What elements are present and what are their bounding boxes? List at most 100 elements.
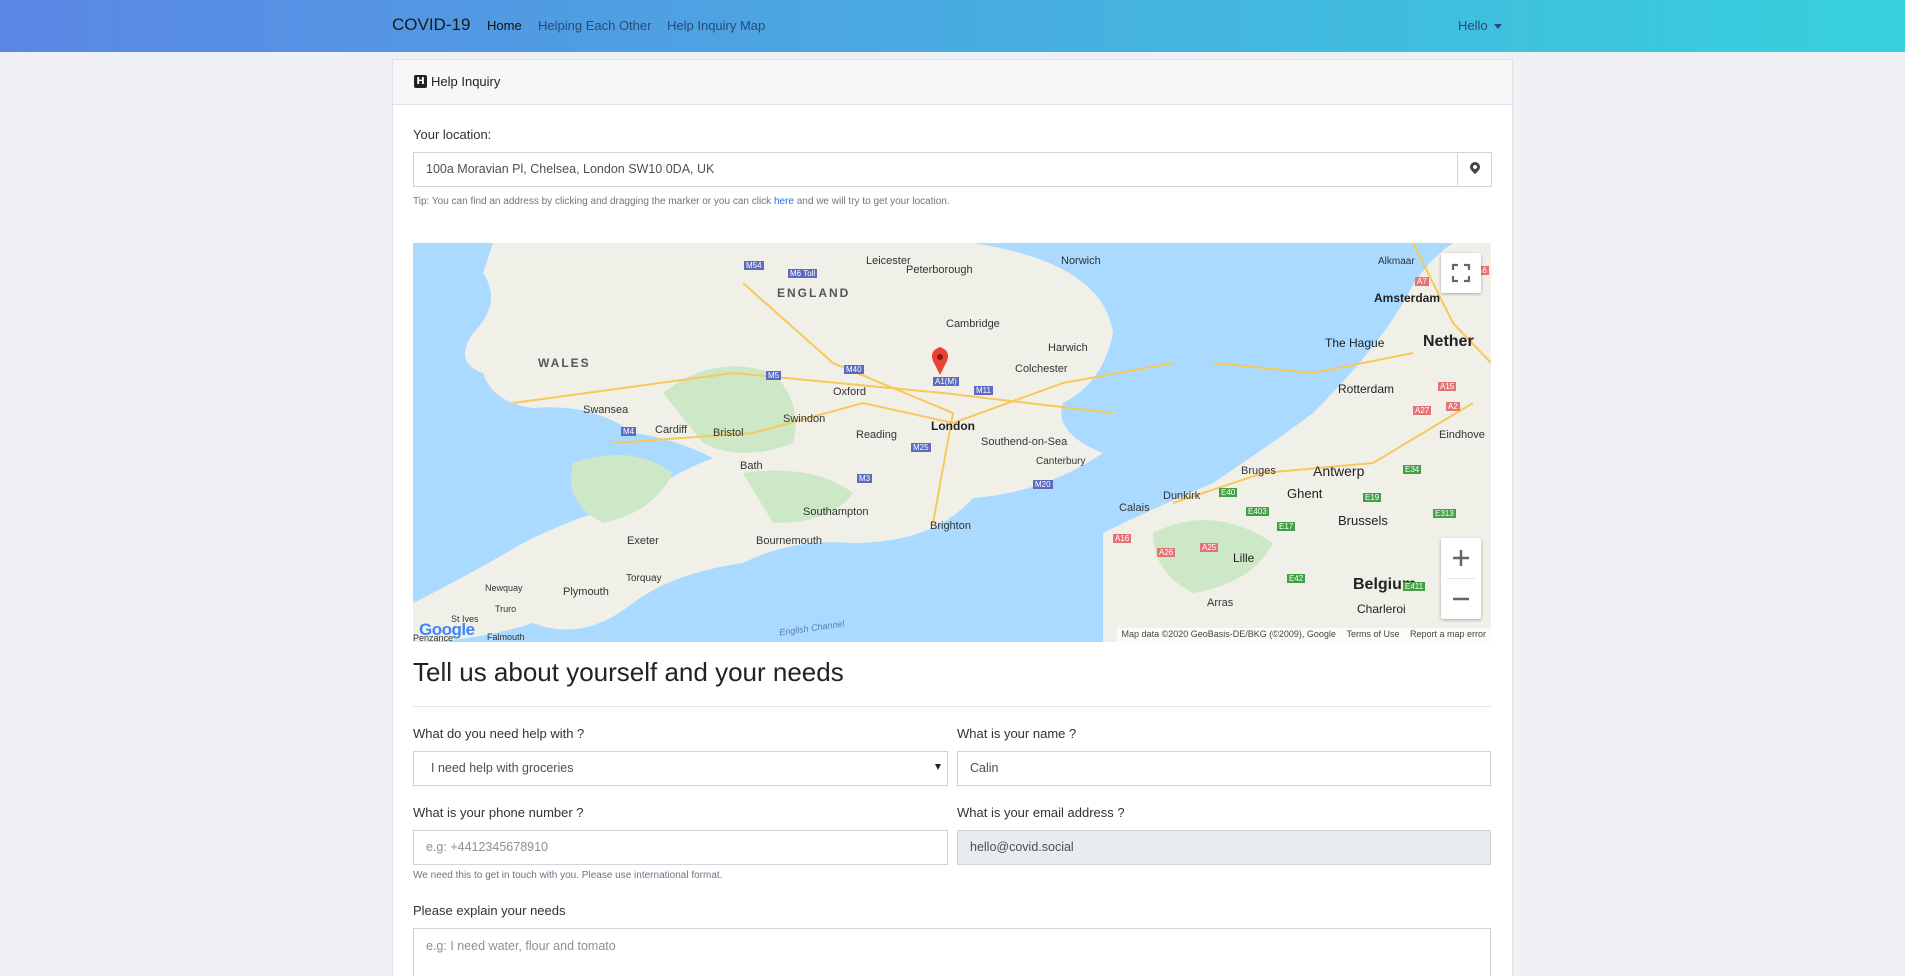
map-label-netherlands: Nether xyxy=(1423,333,1474,350)
phone-hint: We need this to get in touch with you. P… xyxy=(413,870,723,881)
map-label-brussels: Brussels xyxy=(1338,513,1388,528)
phone-input[interactable]: e.g: +4412345678910 xyxy=(413,830,948,865)
divider xyxy=(413,706,1491,707)
map-road-e40: E40 xyxy=(1219,488,1238,497)
map-road-a16: A16 xyxy=(1113,534,1132,543)
map-label-colchester: Colchester xyxy=(1015,363,1068,375)
map-label-bruges: Bruges xyxy=(1241,465,1276,477)
map-label-exeter: Exeter xyxy=(627,535,659,547)
map-road-a7: A7 xyxy=(1415,277,1429,286)
map-label-peterborough: Peterborough xyxy=(906,264,973,276)
map-label-alkmaar: Alkmaar xyxy=(1378,256,1415,267)
map-label-dunkirk: Dunkirk xyxy=(1163,490,1201,502)
map-label-rotterdam: Rotterdam xyxy=(1338,382,1395,396)
map-label-oxford: Oxford xyxy=(833,386,867,398)
map-label-swindon: Swindon xyxy=(783,413,826,425)
map-label-bath: Bath xyxy=(740,460,763,472)
map-label-newquay: Newquay xyxy=(485,583,523,593)
navbar: COVID-19 Home Helping Each Other Help In… xyxy=(0,0,1905,52)
help-type-select[interactable]: I need help with groceries xyxy=(413,751,948,786)
map-road-m3: M3 xyxy=(857,474,873,483)
map-label-brighton: Brighton xyxy=(930,520,971,532)
map-road-a1m: A1(M) xyxy=(933,377,959,386)
map-label-eindhoven: Eindhove xyxy=(1439,429,1485,441)
location-tip: Tip: You can find an address by clicking… xyxy=(413,196,950,207)
map-label-arras: Arras xyxy=(1207,597,1234,609)
nav-link-helping-each-other[interactable]: Helping Each Other xyxy=(538,18,651,33)
zoom-controls xyxy=(1441,538,1481,619)
map-label-amsterdam: Amsterdam xyxy=(1374,291,1441,305)
map-road-m25: M25 xyxy=(911,443,931,452)
map-label-london: London xyxy=(931,419,975,433)
map-label-canterbury: Canterbury xyxy=(1036,456,1086,467)
map-road-m4: M4 xyxy=(621,427,637,436)
help-type-label: What do you need help with ? xyxy=(413,726,585,741)
zoom-out-button[interactable] xyxy=(1441,579,1481,619)
map-label-plymouth: Plymouth xyxy=(563,586,609,598)
map-road-m6-toll: M6 Toll xyxy=(788,269,818,278)
card-header: H Help Inquiry xyxy=(393,60,1512,105)
map-road-m54: M54 xyxy=(744,261,764,270)
map-road-e42: E42 xyxy=(1287,574,1306,583)
map-label-charleroi: Charleroi xyxy=(1357,602,1406,616)
phone-label: What is your phone number ? xyxy=(413,805,584,820)
zoom-in-button[interactable] xyxy=(1441,538,1481,578)
form-title: Tell us about yourself and your needs xyxy=(413,657,844,687)
map-label-lille: Lille xyxy=(1233,551,1255,565)
map-road-e19: E19 xyxy=(1363,493,1382,502)
map-label-cardiff: Cardiff xyxy=(655,424,688,436)
report-map-error-link[interactable]: Report a map error xyxy=(1410,629,1486,639)
plus-icon xyxy=(1453,550,1469,566)
fullscreen-icon xyxy=(1451,263,1471,283)
locate-me-button[interactable] xyxy=(1457,152,1492,187)
terms-of-use-link[interactable]: Terms of Use xyxy=(1346,629,1399,639)
name-input[interactable]: Calin xyxy=(957,751,1491,786)
map-road-e411: E411 xyxy=(1403,582,1426,591)
map[interactable]: Leicester Peterborough Norwich ENGLAND C… xyxy=(413,243,1491,642)
map-road-e403: E403 xyxy=(1246,507,1269,516)
needs-textarea[interactable]: e.g: I need water, flour and tomato xyxy=(413,928,1491,976)
map-road-m11: M11 xyxy=(974,386,993,395)
user-menu-label: Hello xyxy=(1458,18,1488,33)
map-road-a27: A27 xyxy=(1413,406,1432,415)
nav-link-home[interactable]: Home xyxy=(487,18,522,33)
map-road-m5: M5 xyxy=(766,371,782,380)
caret-down-icon xyxy=(1493,24,1502,30)
map-road-m40: M40 xyxy=(844,365,864,374)
map-label-bournemouth: Bournemouth xyxy=(756,535,823,547)
minus-icon xyxy=(1453,597,1469,601)
map-road-a15: A15 xyxy=(1438,382,1457,391)
map-label-antwerp: Antwerp xyxy=(1313,463,1365,479)
map-label-ghent: Ghent xyxy=(1287,486,1323,501)
location-label: Your location: xyxy=(413,127,492,142)
email-input[interactable]: hello@covid.social xyxy=(957,830,1491,865)
map-label-norwich: Norwich xyxy=(1061,255,1101,267)
map-canvas xyxy=(413,243,1491,642)
map-attribution: Map data ©2020 GeoBasis-DE/BKG (©2009), … xyxy=(1116,628,1491,642)
map-label-england: ENGLAND xyxy=(777,286,851,300)
nav-link-help-inquiry-map[interactable]: Help Inquiry Map xyxy=(667,18,765,33)
map-road-e34: E34 xyxy=(1403,465,1422,474)
map-label-bristol: Bristol xyxy=(713,427,744,439)
get-location-link[interactable]: here xyxy=(774,196,794,207)
name-label: What is your name ? xyxy=(957,726,1077,741)
map-label-southend: Southend-on-Sea xyxy=(981,436,1068,448)
map-label-leicester: Leicester xyxy=(866,255,911,267)
card-title: Help Inquiry xyxy=(431,74,501,89)
chevron-down-icon xyxy=(935,764,941,770)
map-label-cambridge: Cambridge xyxy=(946,318,1000,330)
location-input[interactable]: 100a Moravian Pl, Chelsea, London SW10 0… xyxy=(413,152,1458,187)
navbar-brand[interactable]: COVID-19 xyxy=(392,15,470,35)
h-square-icon: H xyxy=(414,75,427,88)
map-marker-icon xyxy=(1467,159,1483,175)
google-logo[interactable]: Google xyxy=(419,620,475,640)
map-label-falmouth: Falmouth xyxy=(487,632,525,642)
map-label-southampton: Southampton xyxy=(803,506,869,518)
map-road-e313: E313 xyxy=(1433,509,1456,518)
fullscreen-button[interactable] xyxy=(1441,253,1481,293)
needs-label: Please explain your needs xyxy=(413,903,566,918)
user-menu-dropdown[interactable]: Hello xyxy=(1458,18,1502,33)
map-data-text: Map data ©2020 GeoBasis-DE/BKG (©2009), … xyxy=(1121,629,1336,639)
map-label-the-hague: The Hague xyxy=(1325,336,1385,350)
map-label-harwich: Harwich xyxy=(1048,342,1088,354)
